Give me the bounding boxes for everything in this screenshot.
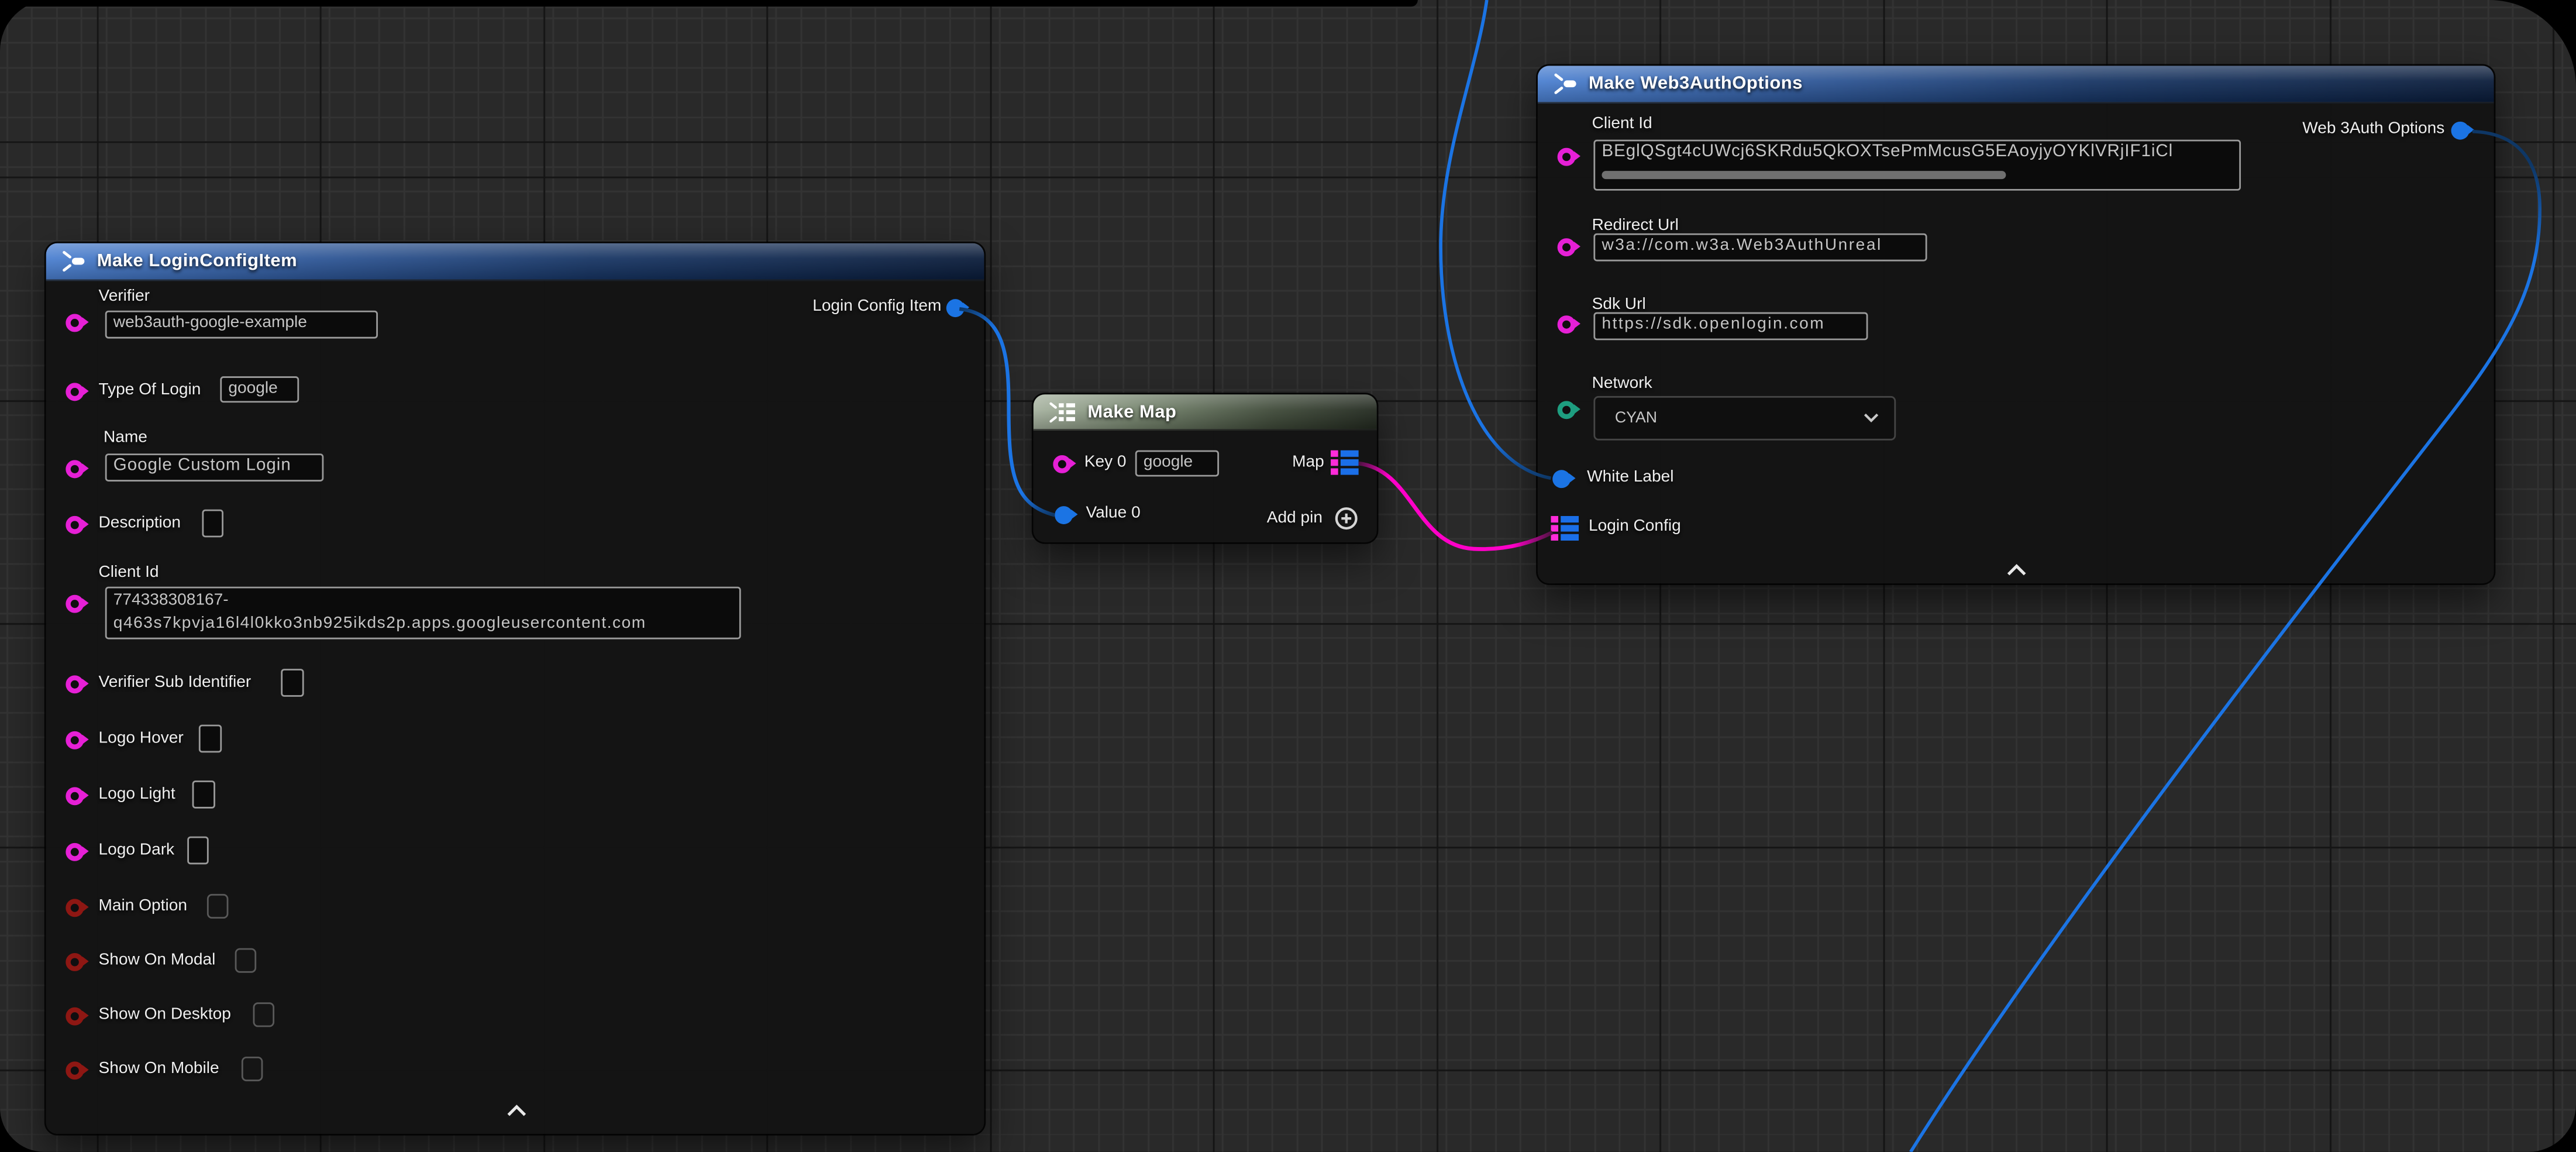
- type-of-login-input[interactable]: google: [220, 376, 299, 403]
- pin-redirect-url[interactable]: [1558, 238, 1576, 256]
- pin-label-client-id: Client Id: [1592, 115, 1652, 135]
- client-id-input[interactable]: BEglQSgt4cUWcj6SKRdu5QkOXTsePmMcusG5EAoy…: [1593, 140, 2241, 191]
- add-pin-icon[interactable]: [1334, 506, 1359, 531]
- main-option-checkbox[interactable]: [207, 894, 229, 919]
- node-title: Make LoginConfigItem: [97, 252, 298, 271]
- pin-label-description: Description: [99, 514, 181, 534]
- pin-logo-hover[interactable]: [66, 731, 84, 749]
- name-input[interactable]: Google Custom Login: [105, 453, 324, 482]
- show-on-modal-checkbox[interactable]: [235, 948, 257, 973]
- pin-output-login-config-item[interactable]: [946, 299, 965, 317]
- pin-label-logo-dark: Logo Dark: [99, 841, 175, 861]
- node-title: Make Map: [1087, 402, 1176, 422]
- key-0-input[interactable]: google: [1135, 451, 1219, 477]
- verifier-input[interactable]: web3auth-google-example: [105, 311, 378, 339]
- pin-label-type-of-login: Type Of Login: [99, 381, 201, 401]
- blueprint-editor: Make LoginConfigItem Login Config Item V…: [0, 0, 2576, 1152]
- redirect-url-input[interactable]: w3a://com.w3a.Web3AuthUnreal: [1593, 233, 1927, 262]
- chevron-down-icon: [1863, 412, 1879, 424]
- client-id-line2: q463s7kpvja16l4l0kko3nb925ikds2p.apps.go…: [113, 614, 646, 632]
- show-on-mobile-checkbox[interactable]: [242, 1057, 263, 1081]
- pin-login-config[interactable]: [1551, 516, 1579, 541]
- pin-name[interactable]: [66, 460, 84, 478]
- pin-value-0[interactable]: [1055, 506, 1073, 524]
- pin-main-option[interactable]: [66, 899, 84, 917]
- pin-description[interactable]: [66, 516, 84, 534]
- pin-map-output[interactable]: [1331, 451, 1359, 475]
- pin-client-id[interactable]: [66, 595, 84, 613]
- verifier-sub-identifier-input[interactable]: [281, 669, 304, 697]
- node-title: Make Web3AuthOptions: [1589, 74, 1803, 94]
- node-header-make-map[interactable]: Make Map: [1034, 394, 1377, 431]
- node-make-map[interactable]: Make Map Key 0 google Map Value 0 Add pi…: [1034, 394, 1377, 542]
- pin-label-show-on-desktop: Show On Desktop: [99, 1006, 231, 1026]
- logo-dark-input[interactable]: [187, 837, 209, 865]
- client-id-input[interactable]: 774338308167- q463s7kpvja16l4l0kko3nb925…: [105, 587, 741, 639]
- pin-logo-light[interactable]: [66, 787, 84, 805]
- node-header-make-web3authoptions[interactable]: Make Web3AuthOptions: [1538, 66, 2494, 104]
- pin-type-of-login[interactable]: [66, 383, 84, 401]
- network-dropdown-value: CYAN: [1615, 409, 1657, 427]
- pin-label-logo-hover: Logo Hover: [99, 730, 184, 749]
- pin-logo-dark[interactable]: [66, 843, 84, 861]
- pin-show-on-modal[interactable]: [66, 953, 84, 971]
- node-make-loginconfigitem[interactable]: Make LoginConfigItem Login Config Item V…: [46, 243, 984, 1134]
- network-dropdown[interactable]: CYAN: [1593, 396, 1896, 441]
- make-map-icon: [1048, 400, 1078, 423]
- pin-label-client-id: Client Id: [99, 563, 159, 583]
- logo-hover-input[interactable]: [199, 725, 222, 753]
- pin-white-label[interactable]: [1552, 470, 1571, 488]
- offscreen-node-edge: [0, 0, 1418, 6]
- show-on-desktop-checkbox[interactable]: [253, 1002, 275, 1027]
- pin-verifier-sub-identifier[interactable]: [66, 675, 84, 693]
- pin-label-show-on-mobile: Show On Mobile: [99, 1060, 219, 1080]
- output-label-web3auth-options: Web 3Auth Options: [2302, 120, 2444, 140]
- output-label-map: Map: [1292, 453, 1324, 473]
- pin-label-main-option: Main Option: [99, 897, 187, 917]
- logo-light-input[interactable]: [192, 780, 215, 809]
- client-id-line1: 774338308167-: [113, 592, 229, 610]
- collapse-chevron-icon[interactable]: [506, 1104, 528, 1117]
- sdk-url-input[interactable]: https://sdk.openlogin.com: [1593, 312, 1868, 341]
- add-pin-label: Add pin: [1267, 510, 1323, 529]
- pin-output-web3auth-options[interactable]: [2451, 122, 2470, 140]
- pin-label-white-label: White Label: [1587, 468, 1673, 488]
- pin-key-0[interactable]: [1053, 455, 1071, 473]
- node-make-web3authoptions[interactable]: Make Web3AuthOptions Web 3Auth Options C…: [1538, 66, 2494, 583]
- make-struct-icon: [61, 250, 87, 273]
- client-id-hscrollbar[interactable]: [1602, 171, 2006, 179]
- pin-label-login-config: Login Config: [1589, 518, 1681, 538]
- pin-network[interactable]: [1558, 401, 1576, 419]
- pin-label-logo-light: Logo Light: [99, 786, 175, 806]
- description-input[interactable]: [202, 510, 223, 538]
- pin-show-on-mobile[interactable]: [66, 1061, 84, 1079]
- pin-show-on-desktop[interactable]: [66, 1007, 84, 1026]
- pin-client-id[interactable]: [1558, 148, 1576, 166]
- collapse-chevron-icon[interactable]: [2006, 563, 2027, 576]
- pin-verifier[interactable]: [66, 314, 84, 332]
- pin-label-value-0: Value 0: [1086, 504, 1141, 524]
- pin-label-show-on-modal: Show On Modal: [99, 951, 216, 971]
- pin-label-name: Name: [104, 429, 147, 449]
- output-label-login-config-item: Login Config Item: [812, 297, 941, 317]
- node-header-make-loginconfigitem[interactable]: Make LoginConfigItem: [46, 243, 984, 281]
- pin-label-verifier-sub-identifier: Verifier Sub Identifier: [99, 674, 252, 694]
- pin-sdk-url[interactable]: [1558, 315, 1576, 333]
- make-struct-icon: [1552, 73, 1579, 95]
- pin-label-key-0: Key 0: [1084, 453, 1127, 473]
- pin-label-verifier: Verifier: [99, 288, 150, 308]
- pin-label-network: Network: [1592, 374, 1652, 394]
